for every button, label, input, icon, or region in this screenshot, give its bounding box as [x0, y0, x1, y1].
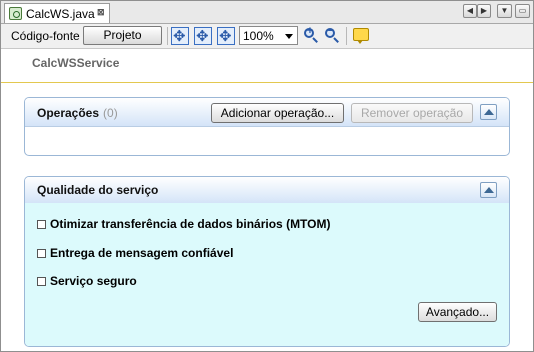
- web-service-icon: [9, 7, 22, 20]
- operations-panel: Operações (0) Adicionar operação... Remov…: [24, 97, 510, 156]
- mtom-label: Otimizar transferência de dados binários…: [50, 217, 331, 231]
- editor-window: CalcWS.java ⊠ ◀ ▶ ▼ ▭ Código-fonte Proje…: [0, 0, 534, 352]
- mtom-checkbox[interactable]: [37, 220, 46, 229]
- qos-panel-header: Qualidade do serviço: [25, 177, 509, 204]
- secure-service-checkbox[interactable]: [37, 277, 46, 286]
- zoom-to-fit-icon[interactable]: [217, 27, 235, 45]
- operations-panel-header: Operações (0) Adicionar operação... Remov…: [25, 98, 509, 127]
- fit-diagram-icon[interactable]: [171, 27, 189, 45]
- remove-operation-button[interactable]: Remover operação: [351, 103, 473, 123]
- maximize-window-button[interactable]: ▭: [515, 4, 530, 18]
- tab-strip: CalcWS.java ⊠ ◀ ▶ ▼ ▭: [1, 1, 533, 24]
- source-view-button[interactable]: Código-fonte: [11, 29, 80, 43]
- reliable-delivery-label: Entrega de mensagem confiável: [50, 246, 234, 260]
- tab-label: CalcWS.java: [26, 7, 95, 21]
- chevron-down-icon: [285, 34, 293, 39]
- secure-service-label: Serviço seguro: [50, 274, 137, 288]
- add-operation-button[interactable]: Adicionar operação...: [211, 103, 344, 123]
- toolbar-separator: [346, 27, 347, 45]
- scroll-tabs-left-button[interactable]: ◀: [463, 4, 477, 18]
- operations-count: (0): [103, 106, 118, 120]
- zoom-select[interactable]: 100%: [239, 26, 298, 45]
- show-opened-documents-button[interactable]: ▼: [497, 4, 512, 18]
- toolbar-separator: [167, 27, 168, 45]
- zoom-out-icon[interactable]: −: [324, 25, 341, 44]
- zoom-in-icon[interactable]: +: [303, 25, 320, 44]
- advanced-button[interactable]: Avançado...: [418, 302, 497, 322]
- design-view: CalcWSService Operações (0) Adicionar ope…: [1, 49, 533, 351]
- operations-title: Operações (0): [37, 106, 118, 120]
- collapse-qos-icon[interactable]: [480, 182, 497, 198]
- tab-calcws-java[interactable]: CalcWS.java ⊠: [4, 3, 110, 23]
- qos-panel: Qualidade do serviço Otimizar transferên…: [24, 176, 510, 347]
- editor-toolbar: Código-fonte Projeto 100% + −: [1, 24, 533, 49]
- close-tab-icon[interactable]: ⊠: [97, 7, 105, 18]
- fit-width-icon[interactable]: [194, 27, 212, 45]
- zoom-value: 100%: [243, 29, 274, 43]
- reliable-delivery-checkbox[interactable]: [37, 249, 46, 258]
- design-view-button[interactable]: Projeto: [83, 26, 162, 45]
- comment-icon[interactable]: [353, 28, 369, 44]
- qos-body: Otimizar transferência de dados binários…: [25, 203, 509, 346]
- service-name: CalcWSService: [32, 56, 120, 70]
- qos-title: Qualidade do serviço: [37, 183, 159, 197]
- scroll-tabs-right-button[interactable]: ▶: [477, 4, 491, 18]
- collapse-operations-icon[interactable]: [480, 104, 497, 120]
- header-divider: [1, 82, 533, 83]
